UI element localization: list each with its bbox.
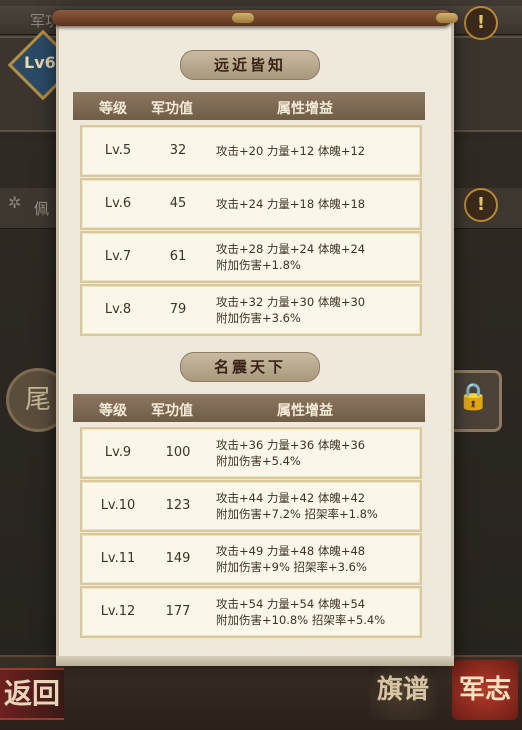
level-row: Lv.5 32 攻击+20 力量+12 体魄+12 — [80, 125, 422, 177]
section-title: 名震天下 — [180, 352, 320, 382]
attr-line-2: 附加伤害+3.6% — [216, 311, 301, 325]
level-row: Lv.12 177 攻击+54 力量+54 体魄+54 附加伤害+10.8% 招… — [80, 586, 422, 638]
merit-cell: 61 — [169, 249, 187, 264]
merit-cell: 100 — [165, 445, 191, 460]
flag-book-button[interactable]: 旗谱 — [370, 660, 436, 720]
gear-icon: ✲ — [8, 193, 22, 212]
scroll-bottom-roll — [56, 656, 454, 666]
level-cell: Lv.6 — [104, 196, 132, 211]
header-attr: 属性增益 — [277, 403, 333, 419]
attr-line-1: 攻击+32 力量+30 体魄+30 — [216, 295, 366, 309]
rod-knob-right — [436, 13, 458, 23]
section-title: 远近皆知 — [180, 50, 320, 80]
table-header: 等级 军功值 属性增益 — [73, 92, 425, 120]
level-cell: Lv.7 — [104, 249, 132, 264]
header-level: 等级 — [99, 101, 127, 117]
attr-line-1: 攻击+20 力量+12 体魄+12 — [216, 144, 366, 158]
level-cell: Lv.9 — [104, 445, 132, 460]
attr-line-1: 攻击+28 力量+24 体魄+24 — [216, 242, 366, 256]
level-row: Lv.11 149 攻击+49 力量+48 体魄+48 附加伤害+9% 招架率+… — [80, 533, 422, 585]
level-cell: Lv.12 — [100, 604, 136, 619]
level-cell: Lv.10 — [100, 498, 136, 513]
attr-line-1: 攻击+24 力量+18 体魄+18 — [216, 197, 366, 211]
attr-line-1: 攻击+44 力量+42 体魄+42 — [216, 491, 366, 505]
lock-icon: 🔒 — [457, 382, 490, 412]
header-attr: 属性增益 — [277, 101, 333, 117]
attr-line-2: 附加伤害+10.8% 招架率+5.4% — [216, 613, 386, 627]
header-merit: 军功值 — [151, 403, 193, 419]
level-row: Lv.7 61 攻击+28 力量+24 体魄+24 附加伤害+1.8% — [80, 231, 422, 283]
attr-line-2: 附加伤害+5.4% — [216, 454, 301, 468]
alert-icon[interactable]: ! — [464, 6, 498, 40]
level-cell: Lv.5 — [104, 143, 132, 158]
equip-row-label: 佩 — [34, 200, 50, 218]
merit-cell: 149 — [165, 551, 191, 566]
alert-icon-2[interactable]: ! — [464, 188, 498, 222]
military-record-button[interactable]: 军志 — [452, 660, 518, 720]
level-cell: Lv.8 — [104, 302, 132, 317]
attr-line-1: 攻击+36 力量+36 体魄+36 — [216, 438, 366, 452]
back-button[interactable]: 返回 — [0, 668, 64, 720]
attr-line-2: 附加伤害+7.2% 招架率+1.8% — [216, 507, 378, 521]
merit-cell: 123 — [165, 498, 191, 513]
merit-cell: 79 — [169, 302, 187, 317]
level-cell: Lv.11 — [100, 551, 136, 566]
level-row: Lv.8 79 攻击+32 力量+30 体魄+30 附加伤害+3.6% — [80, 284, 422, 336]
level-row: Lv.9 100 攻击+36 力量+36 体魄+36 附加伤害+5.4% — [80, 427, 422, 479]
merit-cell: 177 — [165, 604, 191, 619]
level-badge-text: Lv6 — [24, 53, 56, 72]
attr-line-1: 攻击+49 力量+48 体魄+48 — [216, 544, 366, 558]
level-row: Lv.10 123 攻击+44 力量+42 体魄+42 附加伤害+7.2% 招架… — [80, 480, 422, 532]
attr-line-1: 攻击+54 力量+54 体魄+54 — [216, 597, 366, 611]
rod-knob-left — [232, 13, 254, 23]
level-row: Lv.6 45 攻击+24 力量+18 体魄+18 — [80, 178, 422, 230]
header-merit: 军功值 — [151, 101, 193, 117]
merit-cell: 32 — [169, 143, 187, 158]
attr-line-2: 附加伤害+9% 招架率+3.6% — [216, 560, 367, 574]
bottom-bar — [0, 655, 522, 730]
merit-cell: 45 — [169, 196, 187, 211]
header-level: 等级 — [99, 403, 127, 419]
table-header: 等级 军功值 属性增益 — [73, 394, 425, 422]
attr-line-2: 附加伤害+1.8% — [216, 258, 301, 272]
